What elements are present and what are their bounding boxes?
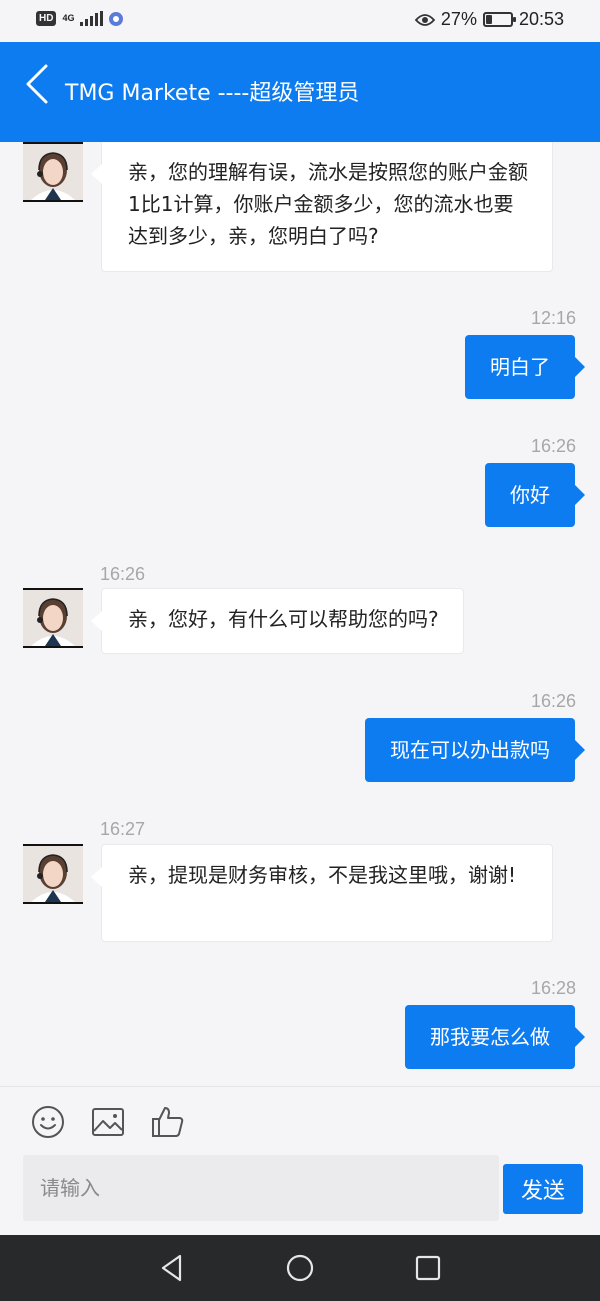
network-type-label: 4G — [62, 13, 75, 23]
message-timestamp: 16:26 — [100, 564, 146, 584]
chat-screen: HD 4G 27% 20:53 TMG Markete ----超级管理员 亲，… — [0, 0, 600, 1301]
send-button[interactable]: 发送 — [503, 1164, 583, 1214]
message-timestamp: 12:16 — [530, 308, 576, 328]
recents-square-icon[interactable] — [413, 1253, 443, 1283]
status-left: HD 4G — [36, 11, 124, 26]
message-text: 亲，您的理解有误，流水是按照您的账户金额1比1计算，你账户金额多少，您的流水也要… — [128, 160, 528, 248]
message-bubble-incoming: 亲，您的理解有误，流水是按照您的账户金额1比1计算，你账户金额多少，您的流水也要… — [91, 142, 553, 272]
battery-fill — [485, 15, 492, 24]
message-text: 那我要怎么做 — [430, 1025, 550, 1049]
message-text: 亲，您好，有什么可以帮助您的吗? — [128, 607, 439, 631]
message-timestamp: 16:26 — [530, 436, 576, 456]
signal-icon — [80, 11, 104, 26]
message-bubble-outgoing: 那我要怎么做 — [405, 1005, 585, 1069]
agent-avatar — [23, 142, 83, 202]
message-bubble-incoming: 亲，提现是财务审核，不是我这里哦，谢谢! — [91, 844, 553, 942]
chat-messages[interactable]: 亲，您的理解有误，流水是按照您的账户金额1比1计算，你账户金额多少，您的流水也要… — [0, 142, 600, 1086]
agent-avatar — [23, 844, 83, 904]
battery-percent: 27% — [440, 9, 477, 29]
page-title: TMG Markete ----超级管理员 — [65, 81, 360, 106]
chevron-left-icon — [26, 64, 48, 104]
app-header: TMG Markete ----超级管理员 — [0, 42, 600, 142]
message-bubble-outgoing: 现在可以办出款吗 — [365, 718, 585, 782]
system-nav-bar — [0, 1235, 600, 1301]
network-type: 4G — [62, 14, 74, 23]
hd-badge: HD — [36, 11, 57, 26]
back-button[interactable] — [20, 62, 56, 106]
back-triangle-icon[interactable] — [157, 1253, 187, 1283]
message-timestamp: 16:27 — [100, 819, 146, 839]
message-timestamp: 16:28 — [530, 978, 576, 998]
message-bubble-outgoing: 你好 — [485, 463, 585, 527]
battery-icon — [482, 12, 516, 27]
status-bar: HD 4G 27% 20:53 — [0, 0, 600, 42]
clock: 20:53 — [518, 9, 564, 29]
thumbs-up-icon[interactable] — [150, 1104, 186, 1140]
emoji-icon[interactable] — [30, 1104, 66, 1140]
agent-avatar — [23, 588, 83, 648]
message-text: 亲，提现是财务审核，不是我这里哦，谢谢! — [128, 863, 517, 887]
message-bubble-incoming: 亲，您好，有什么可以帮助您的吗? — [91, 588, 464, 654]
message-text: 现在可以办出款吗 — [390, 738, 550, 762]
message-bubble-outgoing: 明白了 — [465, 335, 585, 399]
message-timestamp: 16:26 — [530, 691, 576, 711]
home-circle-icon[interactable] — [285, 1253, 315, 1283]
message-input[interactable] — [23, 1155, 499, 1221]
message-text: 明白了 — [490, 355, 550, 379]
status-right: 27% 20:53 — [414, 9, 564, 30]
message-text: 你好 — [510, 483, 550, 507]
composer-toolbar: 发送 — [0, 1086, 600, 1235]
eye-icon — [414, 13, 435, 26]
image-icon[interactable] — [90, 1104, 126, 1140]
notification-app-icon — [109, 11, 124, 26]
